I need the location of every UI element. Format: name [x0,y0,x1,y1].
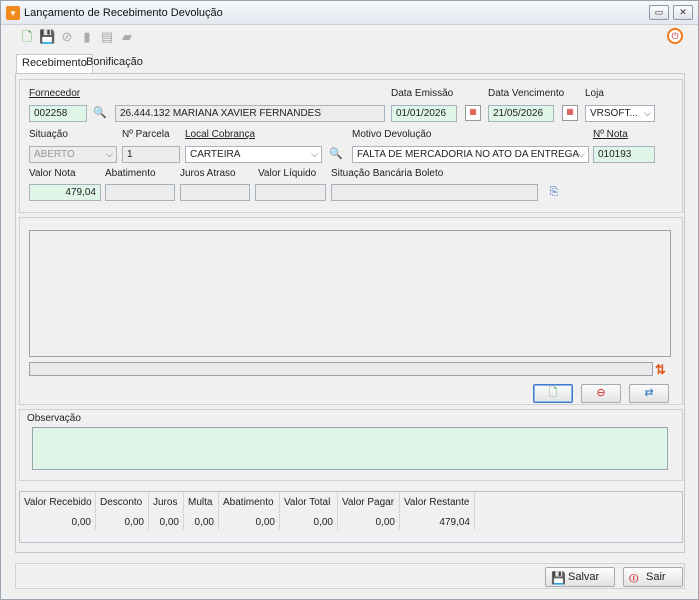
refresh-icon: ⇄ [644,387,654,399]
total-value: 0,00 [159,517,179,528]
salvar-button[interactable]: 💾 Salvar [545,567,615,587]
refresh-button[interactable]: ⇄ [629,384,669,403]
tab-bonificacao[interactable]: Bonificação [81,54,148,73]
remove-row-button[interactable]: ⊖ [581,384,621,403]
total-valor-recebido: Valor Recebido 0,00 [20,492,96,530]
calendar-icon[interactable]: ▦ [465,105,481,121]
observacao-label: Observação [27,413,81,424]
sort-icon[interactable]: ⇅ [655,362,666,378]
motivo-devolucao-select[interactable]: FALTA DE MERCADORIA NO ATO DA ENTREGA ⌵ [352,146,589,163]
numero-nota-label: Nº Nota [593,129,628,140]
sair-label: Sair [646,571,666,583]
add-document-icon: 🗋 [548,387,558,399]
local-cobranca-value: CARTEIRA [190,149,241,160]
total-valor-pagar: Valor Pagar 0,00 [338,492,400,530]
document-icon[interactable]: ▮ [79,29,95,45]
remove-document-icon: ⊖ [596,387,606,399]
situacao-label: Situação [29,129,68,140]
data-emissao-label: Data Emissão [391,88,454,99]
total-header: Valor Pagar [342,497,395,508]
juros-atraso-field [180,184,250,201]
total-header: Abatimento [223,497,274,508]
loja-label: Loja [585,88,604,99]
power-icon[interactable]: ⏻ [667,28,683,44]
truck-icon[interactable]: ▰ [119,29,135,45]
valor-liquido-label: Valor Líquido [258,168,317,179]
total-valor-restante: Valor Restante 479,04 [400,492,475,530]
situacao-boleto-field [331,184,538,201]
new-document-icon[interactable]: 🗋 [19,29,35,45]
chevron-down-icon: ⌵ [106,149,113,159]
add-row-button[interactable]: 🗋 [533,384,573,403]
parcela-field: 1 [122,146,180,163]
window-title: Lançamento de Recebimento Devolução [24,7,223,19]
items-grid[interactable] [29,230,671,357]
fornecedor-search-icon[interactable]: 🔍 [91,105,109,122]
total-header: Valor Total [284,497,331,508]
horizontal-scrollbar[interactable] [29,362,653,376]
save-disk-icon[interactable]: 💾 [39,29,55,45]
total-abatimento: Abatimento 0,00 [219,492,280,530]
total-desconto: Desconto 0,00 [96,492,149,530]
total-value: 0,00 [71,517,91,528]
fornecedor-code-field[interactable]: 002258 [29,105,87,122]
loja-value: VRSOFT... [590,108,638,119]
total-value: 479,04 [439,517,470,528]
total-value: 0,00 [313,517,333,528]
observacao-textarea[interactable] [32,427,668,470]
total-valor-total: Valor Total 0,00 [280,492,338,530]
restore-button[interactable]: ▭ [649,5,669,20]
total-multa: Multa 0,00 [184,492,219,530]
fornecedor-name-field: 26.444.132 MARIANA XAVIER FERNANDES [115,105,385,122]
chevron-down-icon: ⌵ [644,108,651,118]
total-value: 0,00 [375,517,395,528]
valor-liquido-field [255,184,326,201]
total-header: Desconto [100,497,143,508]
app-menu-icon[interactable]: ▾ [6,6,20,20]
motivo-devolucao-value: FALTA DE MERCADORIA NO ATO DA ENTREGA [357,149,580,160]
fornecedor-label: Fornecedor [29,88,81,99]
abatimento-label: Abatimento [105,168,156,179]
total-header: Valor Recebido [24,497,92,508]
totals-table: Valor Recebido 0,00 Desconto 0,00 Juros … [19,491,683,543]
calendar-icon[interactable]: ▦ [562,105,578,121]
total-value: 0,00 [255,517,275,528]
situacao-select: ABERTO ⌵ [29,146,117,163]
title-bar: ▾ Lançamento de Recebimento Devolução ▭ … [1,1,698,25]
exit-icon: ⏼ [629,571,639,585]
local-cobranca-search-icon[interactable]: 🔍 [327,146,345,163]
total-header: Juros [153,497,178,508]
save-disk-icon: 💾 [551,571,566,585]
chevron-down-icon: ⌵ [578,149,585,159]
boleto-refresh-icon[interactable]: ⎘ [545,184,563,201]
numero-nota-field[interactable]: 010193 [593,146,655,163]
salvar-label: Salvar [568,571,600,583]
data-emissao-field[interactable]: 01/01/2026 [391,105,457,122]
local-cobranca-select[interactable]: CARTEIRA ⌵ [185,146,322,163]
total-juros: Juros 0,00 [149,492,184,530]
juros-atraso-label: Juros Atraso [180,168,236,179]
loja-select[interactable]: VRSOFT... ⌵ [585,105,655,122]
local-cobranca-label: Local Cobrança [185,129,256,140]
total-value: 0,00 [124,517,144,528]
total-value: 0,00 [194,517,214,528]
total-header: Valor Restante [404,497,470,508]
abatimento-field [105,184,175,201]
motivo-devolucao-label: Motivo Devolução [352,129,432,140]
parcela-label: Nº Parcela [122,129,170,140]
data-vencimento-field[interactable]: 21/05/2026 [488,105,554,122]
chevron-down-icon: ⌵ [311,149,318,159]
valor-nota-label: Valor Nota [29,168,76,179]
sair-button[interactable]: ⏼ Sair [623,567,683,587]
data-vencimento-label: Data Vencimento [488,88,565,99]
situacao-boleto-label: Situação Bancária Boleto [331,168,444,179]
cancel-icon[interactable]: ⊘ [59,29,75,45]
close-window-button[interactable]: ✕ [673,5,693,20]
main-window: ▾ Lançamento de Recebimento Devolução ▭ … [0,0,699,600]
valor-nota-field[interactable]: 479,04 [29,184,101,201]
situacao-value: ABERTO [34,149,75,160]
total-header: Multa [188,497,213,508]
print-icon[interactable]: ▤ [99,29,115,45]
